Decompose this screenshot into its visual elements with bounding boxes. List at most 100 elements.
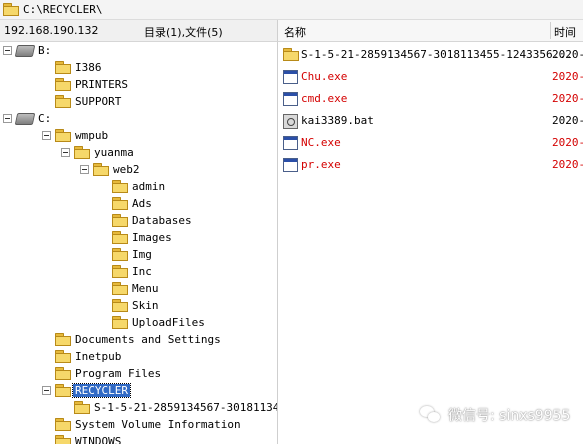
tree-item[interactable]: Images (112, 229, 172, 246)
tree-item[interactable]: S-1-5-21-2859134567-3018113455-124 (74, 399, 277, 416)
tree-item[interactable]: wmpub (42, 127, 109, 144)
file-time: 2020- (552, 92, 583, 105)
tree-item-label: Skin (132, 299, 159, 312)
file-row[interactable]: NC.exe 2020- (278, 133, 583, 153)
tree-item-label: admin (132, 180, 166, 193)
tree-item-label: Inc (132, 265, 152, 278)
bat-icon (283, 114, 298, 129)
wechat-icon (420, 406, 442, 424)
current-path: C:\RECYCLER\ (23, 3, 103, 16)
file-row[interactable]: S-1-5-21-2859134567-3018113455-1243356..… (278, 45, 583, 65)
file-name: pr.exe (301, 158, 341, 171)
tree-item-label: web2 (113, 163, 140, 176)
folder-icon (112, 214, 128, 227)
item-counts: 目录(1),文件(5) (144, 26, 223, 39)
collapse-toggle-icon[interactable] (42, 131, 51, 140)
folder-icon (55, 435, 71, 444)
file-row[interactable]: kai3389.bat 2020- (278, 111, 583, 131)
tree-item[interactable]: Inetpub (55, 348, 121, 365)
tree-item[interactable]: Databases (112, 212, 192, 229)
tree-item-label: Menu (132, 282, 159, 295)
file-name: Chu.exe (301, 70, 348, 83)
tree-item-label: wmpub (75, 129, 109, 142)
tree-item-label: WINDOWS (75, 435, 122, 444)
exe-icon (283, 158, 298, 172)
drive-icon (14, 44, 36, 57)
column-header-time[interactable]: 时间 (554, 24, 576, 40)
exe-icon (283, 136, 298, 150)
column-divider[interactable] (550, 22, 551, 39)
tree-item[interactable]: Program Files (55, 365, 161, 382)
tree-item-label: Databases (132, 214, 192, 227)
watermark: 微信号: sinxs9955 (420, 405, 570, 425)
tree-item[interactable]: B: (3, 42, 51, 59)
path-bar: C:\RECYCLER\ (0, 0, 583, 20)
tree-item[interactable]: Img (112, 246, 152, 263)
file-name: NC.exe (301, 136, 341, 149)
tree-item[interactable]: web2 (80, 161, 140, 178)
tree-item[interactable]: System Volume Information (55, 416, 241, 433)
collapse-toggle-icon[interactable] (42, 386, 51, 395)
folder-icon (74, 146, 90, 159)
file-row[interactable]: Chu.exe 2020- (278, 67, 583, 87)
tree-item-label: Img (132, 248, 152, 261)
tree-item[interactable]: admin (112, 178, 165, 195)
tree-item[interactable]: UploadFiles (112, 314, 205, 331)
tree-item[interactable]: C: (3, 110, 52, 127)
tree-item[interactable]: Ads (112, 195, 152, 212)
tree-item-label: Images (132, 231, 172, 244)
tree-item[interactable]: RECYCLER (42, 382, 131, 399)
file-row[interactable]: cmd.exe 2020- (278, 89, 583, 109)
tree-item[interactable]: I386 (55, 59, 102, 76)
left-pane-header: 192.168.190.132 目录(1),文件(5) (0, 20, 278, 42)
tree-item-label: System Volume Information (75, 418, 241, 431)
file-time: 2020- (552, 70, 583, 83)
tree-item[interactable]: SUPPORT (55, 93, 121, 110)
tree-item-label: Ads (132, 197, 152, 210)
file-time: 2020- (552, 136, 583, 149)
tree-item[interactable]: Menu (112, 280, 159, 297)
watermark-text: 微信号: sinxs9955 (448, 408, 571, 424)
tree-item[interactable]: PRINTERS (55, 76, 128, 93)
tree-item[interactable]: yuanma (61, 144, 134, 161)
tree-item[interactable]: WINDOWS (55, 433, 121, 444)
tree-item[interactable]: Documents and Settings (55, 331, 221, 348)
host-ip: 192.168.190.132 (4, 24, 99, 37)
exe-icon (283, 92, 298, 106)
folder-icon (112, 265, 128, 278)
tree-item-label: UploadFiles (132, 316, 205, 329)
collapse-toggle-icon[interactable] (61, 148, 70, 157)
tree-item-label: Program Files (75, 367, 162, 380)
collapse-toggle-icon[interactable] (3, 114, 12, 123)
file-name: cmd.exe (301, 92, 348, 105)
file-row[interactable]: pr.exe 2020- (278, 155, 583, 175)
exe-icon (283, 70, 298, 84)
collapse-toggle-icon[interactable] (80, 165, 89, 174)
folder-icon (55, 333, 71, 346)
tree-item[interactable]: Inc (112, 263, 152, 280)
folder-tree[interactable]: B: I386 PRINTERS SUPPORT C: wmpub yuanma web2 ad… (0, 42, 278, 444)
folder-icon (112, 316, 128, 329)
folder-icon (112, 197, 128, 210)
folder-icon (55, 367, 71, 380)
folder-icon (112, 282, 128, 295)
file-list-header: 名称 时间 (278, 20, 583, 42)
column-header-name[interactable]: 名称 (284, 24, 306, 40)
folder-icon (112, 248, 128, 261)
tree-item-label: yuanma (94, 146, 134, 159)
folder-icon (3, 3, 19, 16)
tree-item[interactable]: Skin (112, 297, 159, 314)
folder-icon (55, 418, 71, 431)
file-name: kai3389.bat (301, 114, 374, 127)
tree-item-label: I386 (75, 61, 102, 74)
folder-icon (55, 129, 71, 142)
folder-icon (74, 401, 90, 414)
tree-item-label: C: (38, 112, 52, 125)
drive-icon (14, 112, 36, 125)
folder-icon (55, 61, 71, 74)
file-time: 2020- (552, 158, 583, 171)
folder-icon (55, 78, 71, 91)
file-time: 2020- (552, 114, 583, 127)
collapse-toggle-icon[interactable] (3, 46, 12, 55)
tree-item-label: Inetpub (75, 350, 122, 363)
